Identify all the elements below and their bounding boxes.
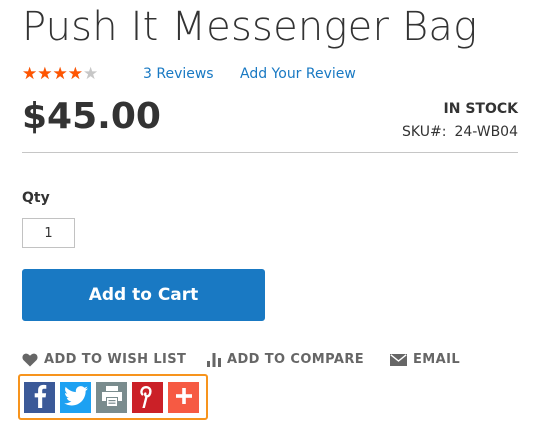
share-facebook-button[interactable] — [24, 382, 55, 413]
product-rating: ★★★★★ ★★★★★ — [22, 64, 110, 84]
sku-label: SKU#: — [402, 124, 447, 140]
facebook-icon — [33, 384, 47, 412]
rating-stars: ★★★★★ ★★★★★ — [22, 65, 110, 83]
compare-chart-icon — [207, 352, 221, 367]
add-review-link[interactable]: Add Your Review — [240, 66, 356, 82]
twitter-icon — [63, 385, 88, 410]
product-title: Push It Messenger Bag — [22, 4, 478, 50]
reviews-link[interactable]: 3 Reviews — [143, 66, 214, 82]
pinterest-icon — [139, 384, 157, 412]
envelope-icon — [390, 353, 407, 366]
wishlist-label: ADD TO WISH LIST — [44, 352, 187, 367]
qty-input[interactable] — [22, 218, 75, 248]
plus-icon — [175, 387, 192, 408]
email-label: EMAIL — [413, 352, 460, 367]
sku-value: 24-WB04 — [454, 124, 518, 140]
share-pinterest-button[interactable] — [132, 382, 163, 413]
divider — [22, 152, 518, 153]
product-sku: SKU#: 24-WB04 — [402, 124, 518, 140]
print-icon — [101, 385, 123, 410]
add-to-wishlist-link[interactable]: ADD TO WISH LIST — [22, 352, 186, 367]
rating-stars-filled: ★★★★★ — [22, 65, 84, 83]
add-to-compare-link[interactable]: ADD TO COMPARE — [207, 352, 364, 367]
qty-label: Qty — [22, 190, 50, 206]
product-price: $45.00 — [22, 96, 161, 137]
add-to-cart-button[interactable]: Add to Cart — [22, 269, 265, 321]
share-more-button[interactable] — [168, 382, 199, 413]
compare-label: ADD TO COMPARE — [227, 352, 365, 367]
email-link[interactable]: EMAIL — [390, 352, 460, 367]
share-twitter-button[interactable] — [60, 382, 91, 413]
stock-status: IN STOCK — [443, 101, 518, 117]
heart-icon — [22, 353, 38, 367]
share-print-button[interactable] — [96, 382, 127, 413]
